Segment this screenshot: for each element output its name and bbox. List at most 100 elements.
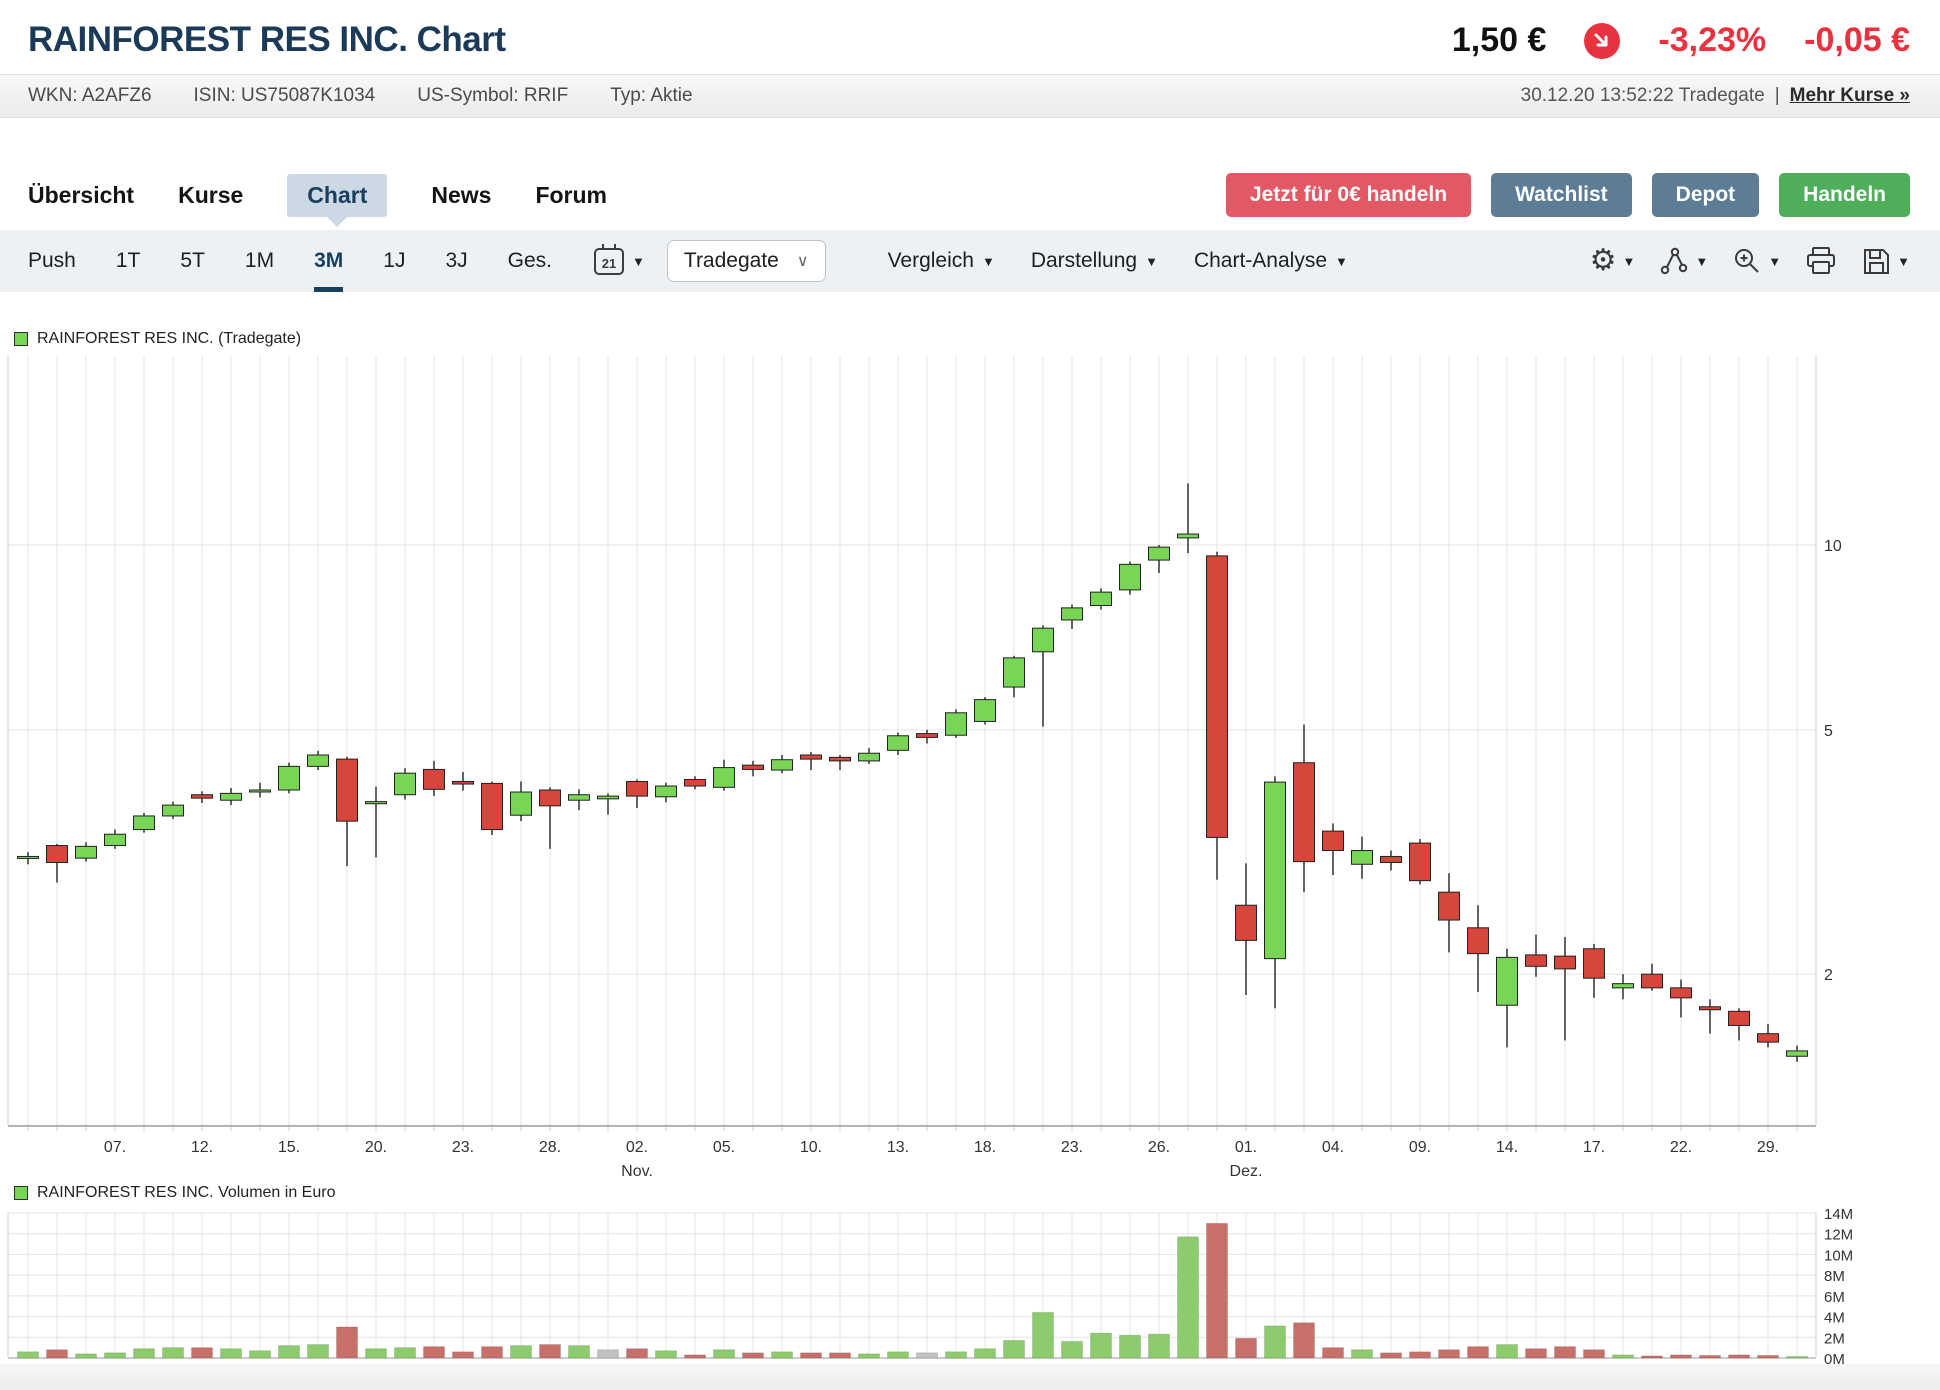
svg-text:5: 5 bbox=[1824, 723, 1833, 740]
svg-text:07.: 07. bbox=[104, 1139, 126, 1156]
svg-text:10: 10 bbox=[1824, 538, 1842, 555]
caret-down-icon: ▼ bbox=[1623, 254, 1636, 269]
svg-text:12.: 12. bbox=[191, 1139, 213, 1156]
range-5t[interactable]: 5T bbox=[180, 230, 205, 292]
toolbar-icons: ⚙ ▼ ▼ ▼ bbox=[1590, 246, 1910, 276]
svg-text:14M: 14M bbox=[1824, 1206, 1853, 1223]
instrument-ids: WKN: A2AFZ6 ISIN: US75087K1034 US-Symbol… bbox=[28, 85, 693, 107]
indicator-nodes-icon bbox=[1659, 246, 1689, 276]
svg-text:2: 2 bbox=[1824, 967, 1833, 984]
svg-text:23.: 23. bbox=[1061, 1139, 1083, 1156]
print-button[interactable] bbox=[1805, 246, 1837, 276]
range-ges[interactable]: Ges. bbox=[508, 230, 552, 292]
chart-analyse-menu[interactable]: Chart-Analyse ▼ bbox=[1194, 249, 1348, 273]
svg-text:8M: 8M bbox=[1824, 1268, 1845, 1285]
quote-chart-page: RAINFOREST RES INC. Chart 1,50 € -3,23% … bbox=[0, 0, 1940, 1390]
save-button[interactable]: ▼ bbox=[1861, 246, 1910, 276]
svg-text:01.: 01. bbox=[1235, 1139, 1257, 1156]
chevron-down-icon: ∨ bbox=[797, 251, 809, 271]
svg-text:6M: 6M bbox=[1824, 1289, 1845, 1306]
tabs: Übersicht Kurse Chart News Forum bbox=[28, 174, 607, 217]
svg-text:Dez.: Dez. bbox=[1230, 1163, 1263, 1180]
indicators-button[interactable]: ▼ bbox=[1659, 246, 1708, 276]
last-price: 1,50 € bbox=[1452, 21, 1547, 60]
divider: | bbox=[1775, 85, 1780, 107]
svg-text:02.: 02. bbox=[626, 1139, 648, 1156]
darstellung-menu[interactable]: Darstellung ▼ bbox=[1031, 249, 1158, 273]
volume-legend-label: RAINFOREST RES INC. Volumen in Euro bbox=[37, 1184, 335, 1202]
tab-news[interactable]: News bbox=[431, 182, 491, 209]
range-1m[interactable]: 1M bbox=[245, 230, 274, 292]
svg-text:Nov.: Nov. bbox=[621, 1163, 653, 1180]
svg-text:09.: 09. bbox=[1409, 1139, 1431, 1156]
vergleich-menu[interactable]: Vergleich ▼ bbox=[888, 249, 995, 273]
svg-text:10M: 10M bbox=[1824, 1247, 1853, 1264]
svg-text:12M: 12M bbox=[1824, 1227, 1853, 1244]
chart-analyse-label: Chart-Analyse bbox=[1194, 249, 1327, 273]
gear-icon: ⚙ bbox=[1590, 246, 1617, 276]
caret-down-icon: ▼ bbox=[1695, 254, 1708, 269]
more-quotes-link[interactable]: Mehr Kurse » bbox=[1790, 85, 1910, 107]
range-3m[interactable]: 3M bbox=[314, 230, 343, 292]
svg-text:26.: 26. bbox=[1148, 1139, 1170, 1156]
svg-text:17.: 17. bbox=[1583, 1139, 1605, 1156]
isin-value: ISIN: US75087K1034 bbox=[194, 85, 376, 107]
price-legend: RAINFOREST RES INC. (Tradegate) bbox=[14, 330, 301, 348]
svg-text:04.: 04. bbox=[1322, 1139, 1344, 1156]
toolbar-menus: Vergleich ▼ Darstellung ▼ Chart-Analyse … bbox=[888, 249, 1348, 273]
candlestick-chart: 105214M12M10M8M6M4M2M0M07.12.15.20.23.28… bbox=[0, 322, 1940, 1390]
tab-forum[interactable]: Forum bbox=[535, 182, 607, 209]
vergleich-label: Vergleich bbox=[888, 249, 974, 273]
range-1j[interactable]: 1J bbox=[383, 230, 405, 292]
settings-button[interactable]: ⚙ ▼ bbox=[1590, 246, 1636, 276]
tab-chart[interactable]: Chart bbox=[287, 174, 387, 217]
bottom-strip bbox=[0, 1364, 1940, 1390]
us-symbol-value: US-Symbol: RRIF bbox=[417, 85, 568, 107]
depot-button[interactable]: Depot bbox=[1652, 173, 1760, 217]
tab-kurse[interactable]: Kurse bbox=[178, 182, 243, 209]
trade-now-button[interactable]: Jetzt für 0€ handeln bbox=[1226, 173, 1471, 217]
svg-text:13.: 13. bbox=[887, 1139, 909, 1156]
range-3j[interactable]: 3J bbox=[445, 230, 467, 292]
venue-value: Tradegate bbox=[684, 249, 779, 273]
date-picker-button[interactable]: 21 ▼ bbox=[594, 248, 645, 275]
caret-down-icon: ▼ bbox=[1768, 254, 1781, 269]
price-legend-label: RAINFOREST RES INC. (Tradegate) bbox=[37, 330, 301, 348]
trend-down-icon bbox=[1584, 23, 1620, 59]
svg-text:18.: 18. bbox=[974, 1139, 996, 1156]
darstellung-label: Darstellung bbox=[1031, 249, 1137, 273]
svg-text:05.: 05. bbox=[713, 1139, 735, 1156]
handeln-button[interactable]: Handeln bbox=[1779, 173, 1910, 217]
calendar-icon: 21 bbox=[594, 248, 624, 275]
svg-text:10.: 10. bbox=[800, 1139, 822, 1156]
range-switcher: Push 1T 5T 1M 3M 1J 3J Ges. bbox=[28, 230, 552, 292]
legend-swatch-icon bbox=[14, 1186, 28, 1200]
quote-meta: 30.12.20 13:52:22 Tradegate | Mehr Kurse… bbox=[1521, 85, 1910, 107]
svg-text:22.: 22. bbox=[1670, 1139, 1692, 1156]
quote-group: 1,50 € -3,23% -0,05 € bbox=[1452, 21, 1910, 60]
caret-down-icon: ▼ bbox=[1145, 254, 1158, 269]
tabs-row: Übersicht Kurse Chart News Forum Jetzt f… bbox=[0, 170, 1940, 220]
range-push[interactable]: Push bbox=[28, 230, 76, 292]
caret-down-icon: ▼ bbox=[982, 254, 995, 269]
caret-down-icon: ▼ bbox=[1335, 254, 1348, 269]
svg-text:23.: 23. bbox=[452, 1139, 474, 1156]
tab-uebersicht[interactable]: Übersicht bbox=[28, 182, 134, 209]
svg-text:28.: 28. bbox=[539, 1139, 561, 1156]
range-1t[interactable]: 1T bbox=[116, 230, 141, 292]
save-icon bbox=[1861, 246, 1891, 276]
caret-down-icon: ▼ bbox=[632, 254, 645, 269]
zoom-button[interactable]: ▼ bbox=[1732, 246, 1781, 276]
instrument-infobar: WKN: A2AFZ6 ISIN: US75087K1034 US-Symbol… bbox=[0, 74, 1940, 118]
legend-swatch-icon bbox=[14, 332, 28, 346]
change-absolute: -0,05 € bbox=[1804, 21, 1910, 60]
caret-down-icon: ▼ bbox=[1897, 254, 1910, 269]
chart-area: RAINFOREST RES INC. (Tradegate) RAINFORE… bbox=[0, 322, 1940, 1390]
svg-text:20.: 20. bbox=[365, 1139, 387, 1156]
quote-timestamp: 30.12.20 13:52:22 Tradegate bbox=[1521, 85, 1765, 107]
venue-select[interactable]: Tradegate ∨ bbox=[667, 240, 826, 282]
header: RAINFOREST RES INC. Chart 1,50 € -3,23% … bbox=[0, 0, 1940, 74]
svg-text:29.: 29. bbox=[1757, 1139, 1779, 1156]
watchlist-button[interactable]: Watchlist bbox=[1491, 173, 1632, 217]
chart-toolbar: Push 1T 5T 1M 3M 1J 3J Ges. 21 ▼ Tradega… bbox=[0, 230, 1940, 292]
